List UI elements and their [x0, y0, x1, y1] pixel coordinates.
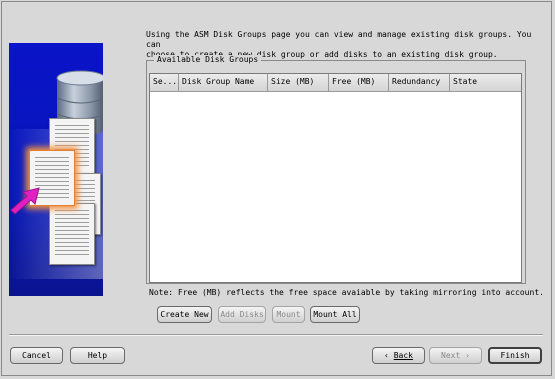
column-header-name[interactable]: Disk Group Name — [179, 74, 268, 91]
column-header-state[interactable]: State — [450, 74, 521, 91]
next-button[interactable]: Next › — [429, 347, 482, 364]
column-header-free[interactable]: Free (MB) — [329, 74, 389, 91]
disk-groups-table[interactable]: Se... Disk Group Name Size (MB) Free (MB… — [149, 73, 522, 283]
back-button-label: Back — [393, 351, 413, 360]
back-arrow-icon: ‹ — [384, 351, 389, 360]
document-icon — [49, 203, 95, 265]
finish-button[interactable]: Finish — [488, 347, 542, 364]
table-header: Se... Disk Group Name Size (MB) Free (MB… — [150, 74, 521, 92]
column-header-redundancy[interactable]: Redundancy — [389, 74, 450, 91]
arrow-icon — [10, 187, 40, 215]
create-new-button[interactable]: Create New — [157, 306, 212, 323]
column-header-select[interactable]: Se... — [150, 74, 179, 91]
cancel-button[interactable]: Cancel — [10, 347, 63, 364]
disk-groups-title: Available Disk Groups — [154, 55, 262, 64]
next-button-label: Next — [441, 351, 461, 360]
add-disks-button[interactable]: Add Disks — [218, 306, 266, 323]
help-button[interactable]: Help — [70, 347, 125, 364]
mount-all-button[interactable]: Mount All — [310, 306, 360, 323]
footer-divider — [9, 334, 543, 336]
column-header-size[interactable]: Size (MB) — [268, 74, 329, 91]
wizard-illustration — [9, 43, 103, 296]
next-arrow-icon: › — [465, 351, 470, 360]
intro-line-1: Using the ASM Disk Groups page you can v… — [146, 30, 532, 49]
back-button[interactable]: ‹ Back — [372, 347, 425, 364]
mount-button[interactable]: Mount — [272, 306, 305, 323]
free-space-note: Note: Free (MB) reflects the free space … — [149, 288, 544, 297]
